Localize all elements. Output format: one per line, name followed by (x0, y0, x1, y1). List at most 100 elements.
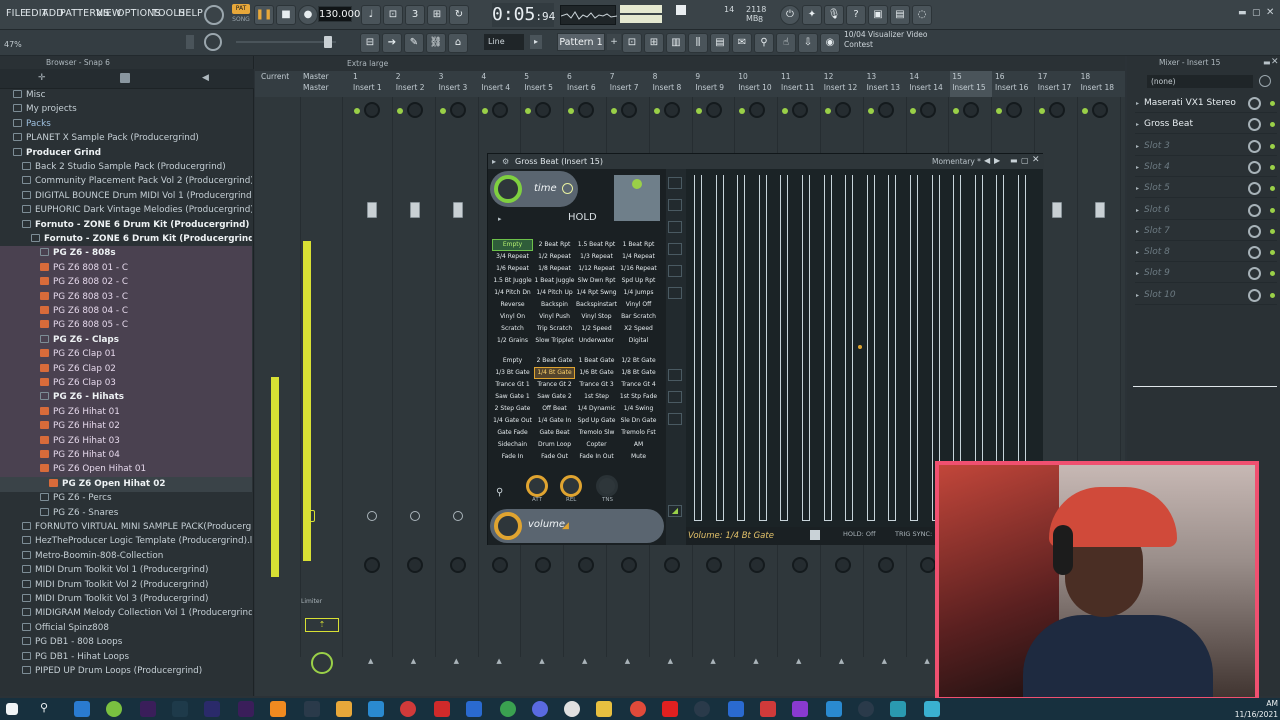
preset-button[interactable]: Empty (492, 239, 533, 251)
preset-button[interactable]: Gate Beat (534, 427, 575, 439)
preset-button[interactable]: 1/6 Repeat (492, 263, 533, 275)
envelope-point[interactable] (858, 345, 862, 349)
insert-enable-led[interactable] (653, 108, 660, 114)
browser-item[interactable]: Community Placement Pack Vol 2 (Producer… (0, 174, 252, 189)
insert-track-label[interactable]: 16 Insert 16 (993, 71, 1035, 97)
taskbar-app-25-icon[interactable] (858, 701, 874, 717)
taskbar-app-8-icon[interactable] (304, 701, 320, 717)
insert-enable-led[interactable] (739, 108, 746, 114)
insert-volume-fader[interactable] (452, 202, 463, 218)
preset-button[interactable]: 3/4 Repeat (492, 251, 533, 263)
browser-item[interactable]: PG Z6 Hihat 01 (0, 404, 252, 420)
insert-pan-knob[interactable] (877, 102, 894, 118)
taskbar-app-24-icon[interactable] (826, 701, 842, 717)
preset-button[interactable]: Saw Gate 1 (492, 391, 533, 403)
insert-pan-knob[interactable] (449, 102, 466, 118)
insert-track-label[interactable]: 9 Insert 9 (693, 71, 735, 97)
plugin-close-icon[interactable]: ✕ (1032, 155, 1040, 165)
fx-slot-mix-knob[interactable] (1248, 139, 1261, 153)
preset-button[interactable]: Off Beat (534, 403, 575, 415)
preset-button[interactable]: Trance Gt 1 (492, 379, 533, 391)
gross-beat-preset[interactable]: Momentary * (932, 154, 981, 169)
browser-item[interactable]: PLANET X Sample Pack (Producergrind) (0, 131, 252, 146)
browser-item[interactable]: MIDIGRAM Melody Collection Vol 1 (Produc… (0, 606, 252, 621)
preset-button[interactable]: 1/4 Jumps (618, 287, 659, 299)
fx-slot-arrow-icon[interactable]: ▸ (1136, 137, 1139, 156)
insert-enable-led[interactable] (910, 108, 917, 114)
fx-slot-mix-knob[interactable] (1248, 182, 1261, 196)
taskbar-app-12-icon[interactable] (434, 701, 450, 717)
route-arrow-icon[interactable]: ▲ (496, 657, 501, 665)
stamp-icon[interactable]: ⌂ (448, 33, 468, 53)
preset-prev-icon[interactable]: ◀ (984, 156, 990, 165)
preset-button[interactable]: 1/3 Repeat (576, 251, 617, 263)
preset-button[interactable]: Trance Gt 2 (534, 379, 575, 391)
insert-pan-knob[interactable] (1091, 102, 1108, 118)
route-arrow-icon[interactable]: ▲ (368, 657, 373, 665)
close-icon[interactable]: ✕ (1266, 7, 1276, 18)
gate-bar[interactable] (758, 175, 767, 521)
preset-button[interactable]: 2 Beat Rpt (534, 239, 575, 251)
browser-item[interactable]: PG Z6 808 02 - C (0, 275, 252, 291)
preset-button[interactable]: AM (618, 439, 659, 451)
taskbar-app-27-icon[interactable] (924, 701, 940, 717)
insert-pan-knob[interactable] (792, 102, 808, 118)
insert-pan-knob[interactable] (406, 102, 423, 118)
route-arrow-icon[interactable]: ▲ (411, 657, 416, 665)
browser-item[interactable]: Back 2 Studio Sample Pack (Producergrind… (0, 160, 252, 175)
preset-button[interactable]: 1/4 Bt Gate (534, 367, 575, 379)
time-mode-button[interactable]: time (490, 171, 578, 207)
insert-track-label[interactable]: 15 Insert 15 (950, 71, 993, 97)
fx-slot-arrow-icon[interactable]: ▸ (1136, 94, 1139, 113)
preset-button[interactable]: Digital (618, 335, 659, 347)
insert-stereo-knob[interactable] (920, 557, 937, 573)
fx-slot-enable-led[interactable] (1270, 101, 1275, 106)
preset-button[interactable]: Fade In Out (576, 451, 617, 463)
tool-icon-10[interactable]: ◢ (668, 505, 682, 517)
fx-slot-mix-knob[interactable] (1248, 288, 1261, 302)
fx-slot-enable-led[interactable] (1270, 122, 1275, 128)
insert-enable-led[interactable] (696, 108, 703, 114)
browser-item[interactable]: Producer Grind (0, 146, 252, 161)
insert-track-label[interactable]: 1 Insert 1 (351, 71, 393, 97)
browser-tab-files-icon[interactable] (120, 73, 130, 83)
insert-pan-knob[interactable] (749, 102, 766, 118)
preset-button[interactable]: Backspinstart (576, 299, 617, 311)
fx-slot[interactable]: ▸ Slot 7 (1135, 222, 1277, 241)
browser-item[interactable]: PG Z6 Clap 03 (0, 376, 252, 391)
preset-button[interactable]: Slow Tripplet (534, 335, 575, 347)
insert-pan-knob[interactable] (706, 102, 723, 118)
insert-pan-knob[interactable] (1048, 102, 1065, 118)
insert-track-label[interactable]: 5 Insert 5 (522, 71, 564, 97)
browser-item[interactable]: PG Z6 808 01 - C (0, 260, 252, 276)
master-volume-knob[interactable] (204, 5, 224, 25)
preset-button[interactable]: 1/6 Bt Gate (576, 367, 617, 379)
reset-icon[interactable]: ⏻ (780, 5, 800, 25)
insert-track-label[interactable]: 17 Insert 17 (1036, 71, 1078, 97)
browser-item[interactable]: HezTheProducer Logic Template (Producerg… (0, 534, 252, 549)
preset-button[interactable]: Vinyl Off (618, 299, 659, 311)
fx-slot[interactable]: ▸ Gross Beat (1135, 115, 1277, 135)
gate-bar[interactable] (823, 175, 832, 521)
browser-item[interactable]: DIGITAL BOUNCE Drum MIDI Vol 1 (Producer… (0, 189, 252, 204)
preset-button[interactable]: Fade In (492, 451, 533, 463)
record-icon[interactable]: ● (298, 5, 318, 25)
browser-item[interactable]: Fornuto - ZONE 6 Drum Kit (Producergrind… (0, 218, 252, 233)
master-pitch-handle[interactable] (324, 36, 332, 48)
fx-slot-mix-knob[interactable] (1248, 224, 1261, 238)
preset-button[interactable]: 1/2 Speed (576, 323, 617, 335)
taskbar-app-2-icon[interactable] (106, 701, 122, 717)
preset-button[interactable]: Trip Scratch (534, 323, 575, 335)
rel-knob[interactable] (560, 475, 582, 497)
insert-pan-knob[interactable] (1006, 102, 1022, 118)
browser-item[interactable]: PG DB1 - 808 Loops (0, 635, 252, 650)
fx-slot-arrow-icon[interactable]: ▸ (1136, 201, 1139, 220)
gate-bar[interactable] (737, 175, 746, 521)
browser-tab-tree-icon[interactable]: ✛ (38, 73, 48, 83)
metronome-icon[interactable]: ♩ (361, 5, 381, 25)
preset-button[interactable]: 1st Stp Fade (618, 391, 659, 403)
volume-mix-knob[interactable] (494, 512, 522, 540)
preset-button[interactable]: Empty (492, 355, 533, 367)
insert-pan-knob[interactable] (535, 102, 552, 118)
fx-slot-mix-knob[interactable] (1248, 160, 1261, 174)
